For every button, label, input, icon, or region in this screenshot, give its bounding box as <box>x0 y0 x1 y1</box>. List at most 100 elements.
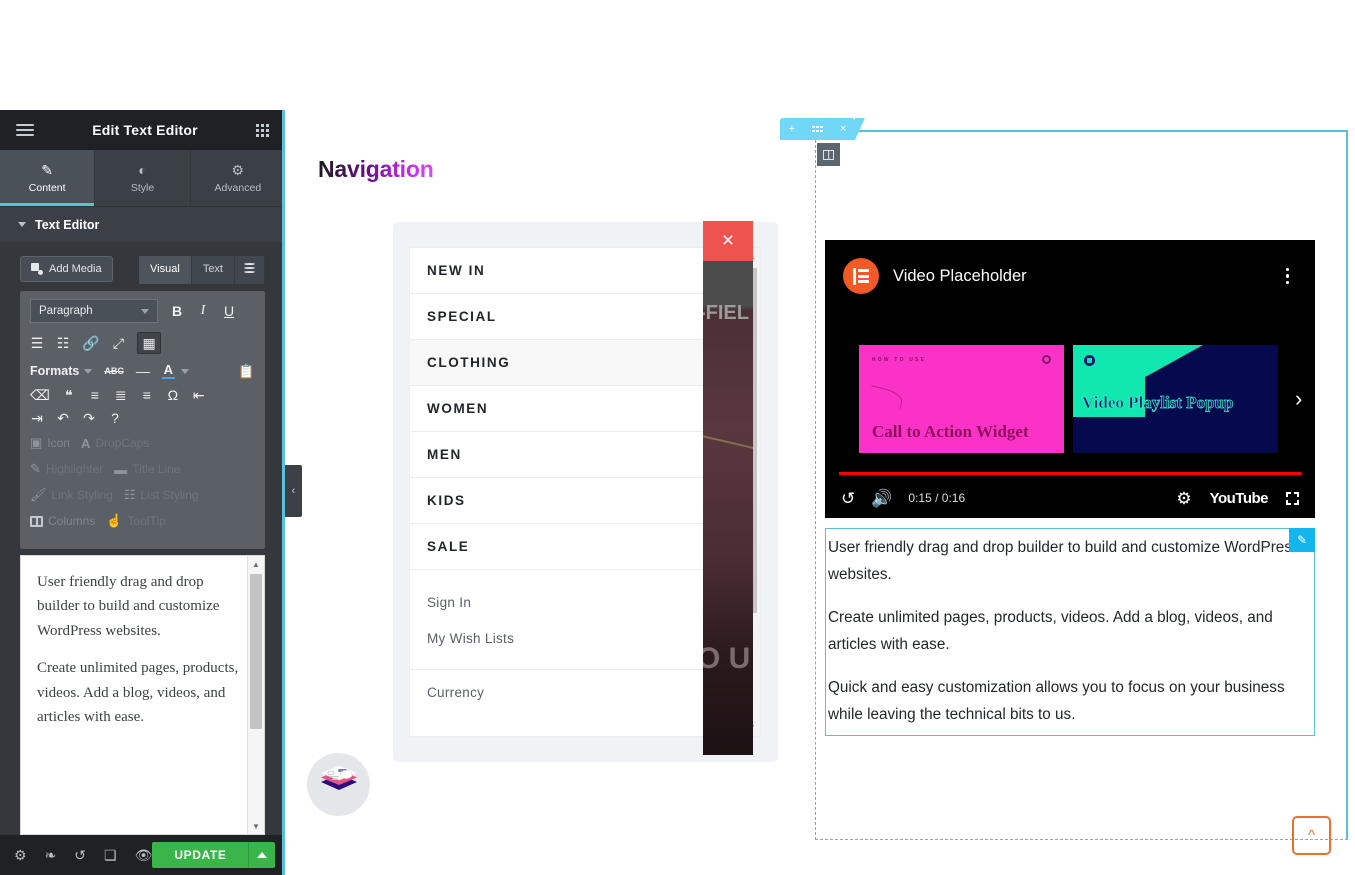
scroll-to-top-button[interactable]: ^ <box>1292 816 1331 855</box>
history-icon[interactable]: ↺ <box>74 848 86 862</box>
format-select[interactable]: Paragraph <box>30 299 158 323</box>
indent-button[interactable]: ⇥ <box>30 411 44 425</box>
fullscreen-icon[interactable] <box>1286 491 1299 505</box>
tab-text[interactable]: Text <box>191 256 235 284</box>
video-widget[interactable]: Video Placeholder HOW TO USE Call to Act… <box>825 240 1315 518</box>
video-progress-bar[interactable] <box>839 472 1301 475</box>
grid-icon[interactable] <box>255 123 269 137</box>
close-section-icon[interactable]: × <box>840 123 846 135</box>
video-header: Video Placeholder <box>825 240 1315 294</box>
plugin-tooltip-button[interactable]: ☝ ToolTip <box>106 513 165 529</box>
column-handle-icon[interactable] <box>817 143 840 166</box>
youtube-brand-label[interactable]: YouTube <box>1210 490 1269 507</box>
volume-icon[interactable]: 🔊 <box>871 490 892 507</box>
align-center-button[interactable]: ≣ <box>114 388 128 402</box>
plugin-icon-button[interactable]: ▣ Icon <box>30 435 70 451</box>
settings-gear-icon[interactable]: ⚙ <box>14 848 27 862</box>
more-options-icon[interactable] <box>1282 264 1294 289</box>
scroll-thumb[interactable] <box>250 574 262 729</box>
align-left-button[interactable]: ≡ <box>88 388 102 402</box>
chevron-down-icon[interactable] <box>180 368 189 374</box>
hand-icon: ☝ <box>106 513 123 528</box>
tab-label: Content <box>28 181 66 194</box>
video-thumbnail-cta[interactable]: HOW TO USE Call to Action Widget <box>859 345 1064 453</box>
menu-item-label: NEW IN <box>427 263 486 278</box>
tab-style[interactable]: ◐ Style <box>95 150 191 206</box>
hamburger-icon[interactable] <box>16 124 34 136</box>
tab-visual[interactable]: Visual <box>139 256 192 284</box>
undo-button[interactable]: ↶ <box>56 411 70 425</box>
editor-scrollbar[interactable]: ▲ ▼ <box>247 556 264 834</box>
plugin-link-styling-button[interactable]: 🖌 Link Styling <box>30 487 113 503</box>
elementor-editor-panel: Edit Text Editor ✎ Content ◐ Style ⚙ Adv… <box>0 110 285 875</box>
preview-eye-icon[interactable]: 👁 <box>135 848 153 862</box>
gear-icon[interactable]: ⚙ <box>1176 490 1191 507</box>
update-options-button[interactable] <box>248 842 276 868</box>
add-section-icon[interactable]: + <box>789 123 795 135</box>
numbered-list-button[interactable]: ☷ <box>56 336 70 350</box>
horizontal-rule-button[interactable]: — <box>136 364 150 378</box>
menu-item-label: SPECIAL <box>427 309 497 324</box>
update-button[interactable]: UPDATE <box>152 842 249 868</box>
menu-item-label: MEN <box>427 447 462 462</box>
plugin-label: Columns <box>48 514 96 528</box>
replay-icon[interactable]: ↺ <box>841 490 855 507</box>
next-thumbnail-icon[interactable]: › <box>1295 386 1302 412</box>
formats-label: Formats <box>30 364 80 378</box>
add-media-button[interactable]: Add Media <box>20 256 113 282</box>
outdent-button[interactable]: ⇤ <box>192 388 206 402</box>
text-color-button[interactable]: A <box>161 363 175 379</box>
panel-footer: ⚙ ❧ ↺ ❏ 👁 UPDATE <box>0 835 285 875</box>
bullet-list-button[interactable]: ☰ <box>30 336 44 350</box>
fullscreen-button[interactable]: ⤢ <box>111 336 125 350</box>
text-editor-widget[interactable]: User friendly drag and drop builder to b… <box>825 528 1315 736</box>
plugin-title-line-button[interactable]: ▬ Title Line <box>114 462 180 477</box>
editor-textarea[interactable]: User friendly drag and drop builder to b… <box>20 555 265 835</box>
columns-icon <box>30 515 43 527</box>
plugin-highlighter-button[interactable]: ✎ Highlighter <box>30 461 103 477</box>
drag-section-icon[interactable] <box>812 125 823 133</box>
edit-pencil-icon[interactable]: ✎ <box>1289 528 1315 552</box>
formats-dropdown[interactable]: Formats <box>30 364 93 378</box>
redo-button[interactable]: ↷ <box>82 411 96 425</box>
panel-title: Edit Text Editor <box>92 122 198 138</box>
tab-content[interactable]: ✎ Content <box>0 150 96 206</box>
help-button[interactable]: ? <box>108 411 122 425</box>
section-text-editor-header[interactable]: Text Editor <box>0 206 285 242</box>
scroll-down-arrow-icon[interactable]: ▼ <box>248 818 264 834</box>
collapse-panel-button[interactable]: ‹ <box>285 465 302 517</box>
plugin-dropcaps-button[interactable]: A DropCaps <box>81 436 149 451</box>
video-title: Video Placeholder <box>893 266 1027 285</box>
editor-paragraph: Create unlimited pages, products, videos… <box>37 660 239 726</box>
section-toolbar[interactable]: + × <box>780 118 865 140</box>
strikethrough-button[interactable]: ABC <box>104 366 124 376</box>
align-right-button[interactable]: ≡ <box>140 388 154 402</box>
plugin-list-styling-button[interactable]: ☷ List Styling <box>124 487 199 503</box>
editor-mode-tabs: Visual Text <box>139 256 265 284</box>
tab-advanced[interactable]: ⚙ Advanced <box>191 150 285 206</box>
format-select-value: Paragraph <box>39 305 93 317</box>
editor-content[interactable]: User friendly drag and drop builder to b… <box>21 556 264 757</box>
plugin-label: Icon <box>47 436 70 450</box>
blockquote-button[interactable]: ❝ <box>62 388 76 402</box>
table-button[interactable]: ▦ <box>137 332 161 354</box>
underline-button[interactable]: U <box>222 304 236 318</box>
responsive-icon[interactable]: ❏ <box>104 848 117 862</box>
paste-as-text-button[interactable]: 📋 <box>238 364 255 378</box>
scroll-up-arrow-icon[interactable]: ▲ <box>248 556 264 572</box>
video-thumbnail-playlist[interactable]: Video Playlist Popup <box>1073 345 1278 453</box>
special-character-button[interactable]: Ω <box>166 388 180 402</box>
link-button[interactable]: 🔗 <box>82 336 99 350</box>
plugin-columns-button[interactable]: Columns <box>30 514 95 528</box>
menu-item-label: WOMEN <box>427 401 489 416</box>
close-icon[interactable]: × <box>703 221 753 261</box>
database-icon-button[interactable] <box>235 256 265 284</box>
layers-icon[interactable]: ❧ <box>45 848 57 862</box>
thumbnail-badge-icon <box>1084 355 1095 366</box>
italic-button[interactable]: I <box>196 304 210 318</box>
toolbar-row-align: ⌫ ❝ ≡ ≣ ≡ Ω ⇤ <box>30 388 255 402</box>
bold-button[interactable]: B <box>170 304 184 318</box>
clear-formatting-button[interactable]: ⌫ <box>30 388 50 402</box>
plugin-label: DropCaps <box>95 436 150 450</box>
footer-icon-group: ⚙ ❧ ↺ ❏ 👁 <box>14 848 152 862</box>
